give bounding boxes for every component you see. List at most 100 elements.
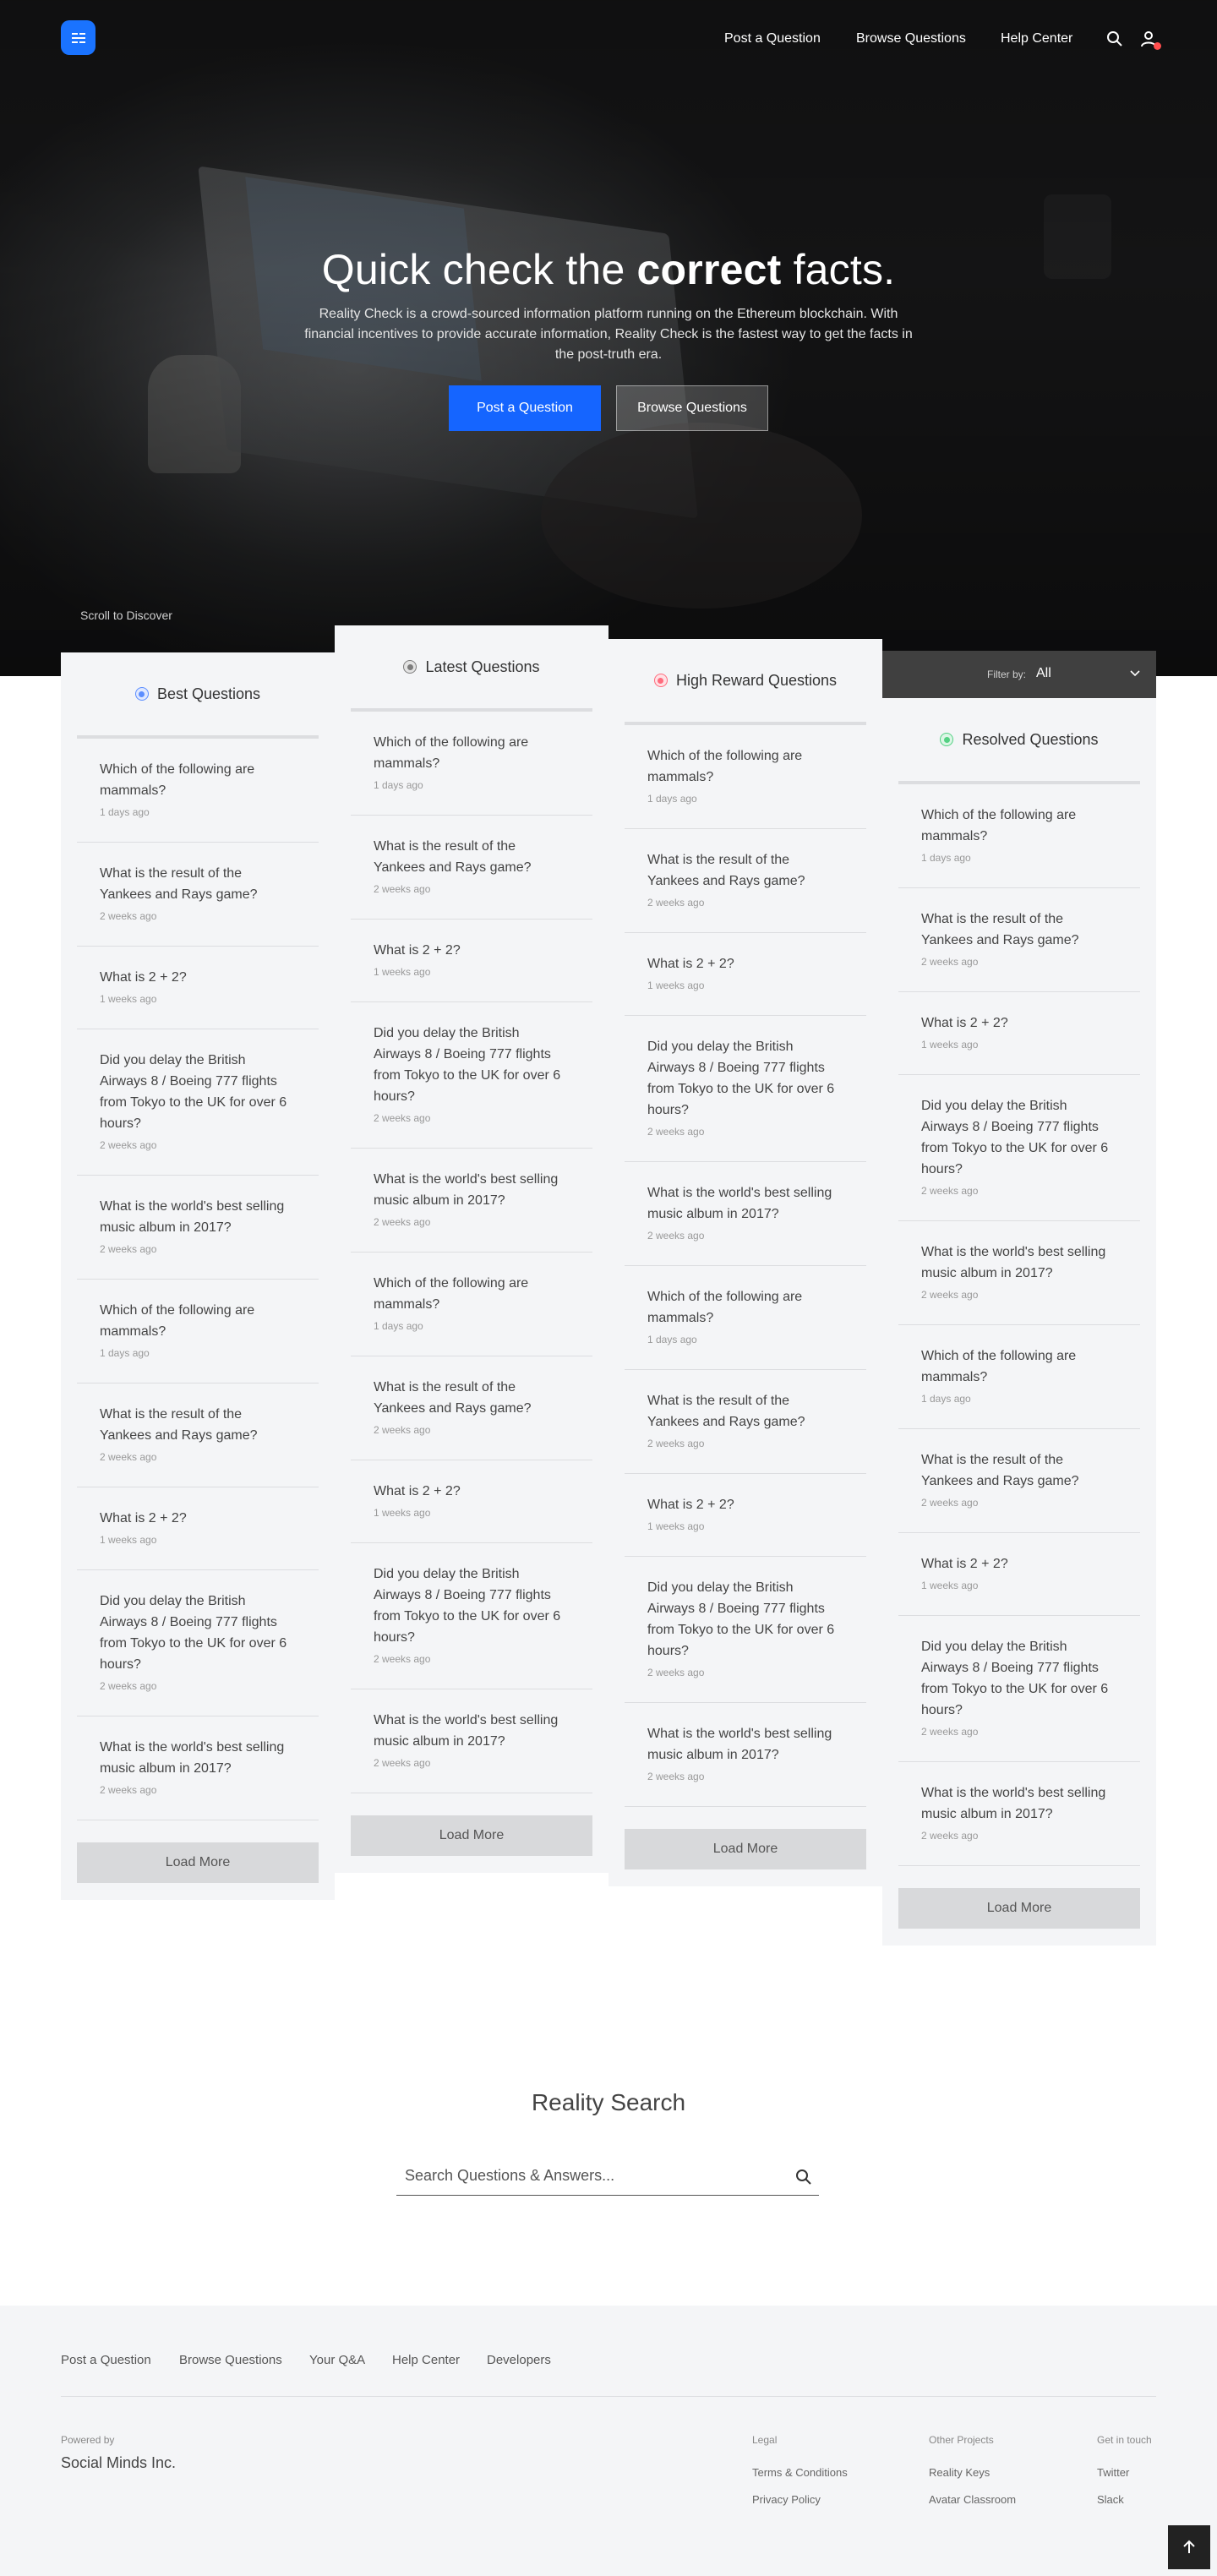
question-text: Did you delay the British Airways 8 / Bo… xyxy=(100,1053,287,1131)
question-text: What is 2 + 2? xyxy=(374,943,461,958)
question-item[interactable]: Did you delay the British Airways 8 / Bo… xyxy=(898,1075,1140,1221)
question-item[interactable]: Which of the following are mammals? 1 day… xyxy=(625,1266,866,1370)
question-item[interactable]: What is the world's best selling music a… xyxy=(898,1762,1140,1866)
question-item[interactable]: What is the world's best selling music a… xyxy=(77,1716,319,1820)
load-more-button[interactable]: Load More xyxy=(77,1842,319,1883)
footer-link-developers[interactable]: Developers xyxy=(487,2353,551,2367)
question-item[interactable]: Did you delay the British Airways 8 / Bo… xyxy=(77,1570,319,1716)
question-timestamp: 2 weeks ago xyxy=(921,1289,979,1301)
question-item[interactable]: What is the result of the Yankees and Ra… xyxy=(625,1370,866,1474)
question-item[interactable]: What is the world's best selling music a… xyxy=(625,1703,866,1807)
user-icon[interactable] xyxy=(1138,29,1161,50)
back-to-top-button[interactable] xyxy=(1168,2525,1210,2569)
question-item[interactable]: Did you delay the British Airways 8 / Bo… xyxy=(898,1616,1140,1762)
question-text: What is the result of the Yankees and Ra… xyxy=(100,1407,258,1443)
question-item[interactable]: What is the result of the Yankees and Ra… xyxy=(898,1429,1140,1533)
question-item[interactable]: What is the world's best selling music a… xyxy=(351,1689,592,1793)
question-timestamp: 2 weeks ago xyxy=(647,1126,705,1138)
question-text: Which of the following are mammals? xyxy=(921,808,1077,843)
column-header: High Reward Questions xyxy=(625,639,866,725)
question-item[interactable]: What is 2 + 2? 1 weeks ago xyxy=(898,1533,1140,1616)
question-item[interactable]: What is the result of the Yankees and Ra… xyxy=(351,1356,592,1460)
chevron-down-icon xyxy=(1130,670,1140,677)
question-item[interactable]: What is the result of the Yankees and Ra… xyxy=(351,816,592,920)
hero-description: Reality Check is a crowd-sourced informa… xyxy=(304,307,913,362)
footer-link-terms[interactable]: Terms & Conditions xyxy=(752,2466,848,2479)
footer-link-help-center[interactable]: Help Center xyxy=(392,2353,460,2367)
question-item[interactable]: Did you delay the British Airways 8 / Bo… xyxy=(77,1029,319,1176)
question-item[interactable]: What is the result of the Yankees and Ra… xyxy=(77,1384,319,1487)
question-item[interactable]: What is the world's best selling music a… xyxy=(898,1221,1140,1325)
question-item[interactable]: Did you delay the British Airways 8 / Bo… xyxy=(625,1557,866,1703)
load-more-button[interactable]: Load More xyxy=(898,1888,1140,1929)
question-item[interactable]: What is 2 + 2? 1 weeks ago xyxy=(351,1460,592,1543)
nav-post-question[interactable]: Post a Question xyxy=(724,31,821,46)
footer-link-reality-keys[interactable]: Reality Keys xyxy=(929,2466,990,2479)
question-item[interactable]: What is 2 + 2? 1 weeks ago xyxy=(77,947,319,1029)
column-header: Latest Questions xyxy=(351,625,592,712)
question-item[interactable]: Which of the following are mammals? 1 day… xyxy=(351,1253,592,1356)
footer-heading-legal: Legal xyxy=(752,2434,778,2446)
question-timestamp: 1 weeks ago xyxy=(921,1039,979,1051)
question-item[interactable]: Which of the following are mammals? 1 day… xyxy=(898,784,1140,888)
question-item[interactable]: Did you delay the British Airways 8 / Bo… xyxy=(351,1002,592,1149)
question-text: What is the world's best selling music a… xyxy=(921,1786,1106,1821)
question-text: What is the result of the Yankees and Ra… xyxy=(921,1453,1079,1488)
search-icon[interactable] xyxy=(794,2167,814,2187)
question-item[interactable]: Which of the following are mammals? 1 day… xyxy=(351,712,592,816)
question-item[interactable]: What is the world's best selling music a… xyxy=(77,1176,319,1280)
footer-link-your-qa[interactable]: Your Q&A xyxy=(309,2353,365,2367)
question-text: What is the result of the Yankees and Ra… xyxy=(374,839,532,875)
post-question-button[interactable]: Post a Question xyxy=(449,385,601,431)
question-item[interactable]: What is 2 + 2? 1 weeks ago xyxy=(351,920,592,1002)
question-item[interactable]: What is the result of the Yankees and Ra… xyxy=(625,829,866,933)
question-item[interactable]: What is the world's best selling music a… xyxy=(351,1149,592,1253)
question-item[interactable]: Did you delay the British Airways 8 / Bo… xyxy=(351,1543,592,1689)
column-title: Resolved Questions xyxy=(962,730,1099,748)
question-item[interactable]: Which of the following are mammals? 1 day… xyxy=(77,1280,319,1384)
search-icon[interactable] xyxy=(1105,29,1125,49)
question-text: What is 2 + 2? xyxy=(921,1016,1008,1030)
footer-link-slack[interactable]: Slack xyxy=(1097,2493,1124,2506)
footer-link-post-question[interactable]: Post a Question xyxy=(61,2353,151,2367)
footer-heading-other-projects: Other Projects xyxy=(929,2434,994,2446)
status-dot-icon xyxy=(653,674,668,687)
question-item[interactable]: What is the result of the Yankees and Ra… xyxy=(898,888,1140,992)
question-item[interactable]: Which of the following are mammals? 1 day… xyxy=(625,725,866,829)
filter-dropdown[interactable]: Filter by: All xyxy=(882,651,1156,698)
search-input[interactable] xyxy=(405,2167,777,2185)
question-text: What is the world's best selling music a… xyxy=(647,1186,832,1221)
question-text: What is 2 + 2? xyxy=(647,957,734,971)
footer-link-privacy[interactable]: Privacy Policy xyxy=(752,2493,821,2506)
question-timestamp: 2 weeks ago xyxy=(647,1438,705,1449)
column-padding xyxy=(898,1929,1140,1946)
footer-link-avatar-classroom[interactable]: Avatar Classroom xyxy=(929,2493,1016,2506)
powered-by-label: Powered by xyxy=(61,2434,115,2446)
question-text: Did you delay the British Airways 8 / Bo… xyxy=(374,1567,561,1645)
footer-link-browse-questions[interactable]: Browse Questions xyxy=(179,2353,282,2367)
question-item[interactable]: What is 2 + 2? 1 weeks ago xyxy=(898,992,1140,1075)
question-item[interactable]: What is the result of the Yankees and Ra… xyxy=(77,843,319,947)
question-text: Did you delay the British Airways 8 / Bo… xyxy=(921,1640,1109,1717)
nav-help-center[interactable]: Help Center xyxy=(1001,31,1072,46)
browse-questions-button[interactable]: Browse Questions xyxy=(616,385,768,431)
question-text: What is 2 + 2? xyxy=(921,1557,1008,1571)
question-item[interactable]: Did you delay the British Airways 8 / Bo… xyxy=(625,1016,866,1162)
question-item[interactable]: Which of the following are mammals? 1 day… xyxy=(898,1325,1140,1429)
nav-browse-questions[interactable]: Browse Questions xyxy=(856,31,966,46)
question-item[interactable]: What is 2 + 2? 1 weeks ago xyxy=(77,1487,319,1570)
question-item[interactable]: What is 2 + 2? 1 weeks ago xyxy=(625,1474,866,1557)
filter-value: All xyxy=(1036,666,1051,680)
load-more-button[interactable]: Load More xyxy=(351,1815,592,1856)
footer-link-twitter[interactable]: Twitter xyxy=(1097,2466,1129,2479)
question-item[interactable]: What is 2 + 2? 1 weeks ago xyxy=(625,933,866,1016)
hero-section: Post a Question Browse Questions Help Ce… xyxy=(0,0,1217,676)
logo-icon[interactable] xyxy=(61,20,96,55)
question-item[interactable]: What is the world's best selling music a… xyxy=(625,1162,866,1266)
question-text: Which of the following are mammals? xyxy=(647,1290,803,1325)
question-item[interactable]: Which of the following are mammals? 1 day… xyxy=(77,739,319,843)
load-more-button[interactable]: Load More xyxy=(625,1829,866,1869)
resolved-questions-column: Resolved Questions Which of the following… xyxy=(882,698,1156,1946)
question-timestamp: 1 days ago xyxy=(647,1334,697,1345)
latest-questions-column: Latest Questions Which of the following a… xyxy=(335,625,608,1873)
